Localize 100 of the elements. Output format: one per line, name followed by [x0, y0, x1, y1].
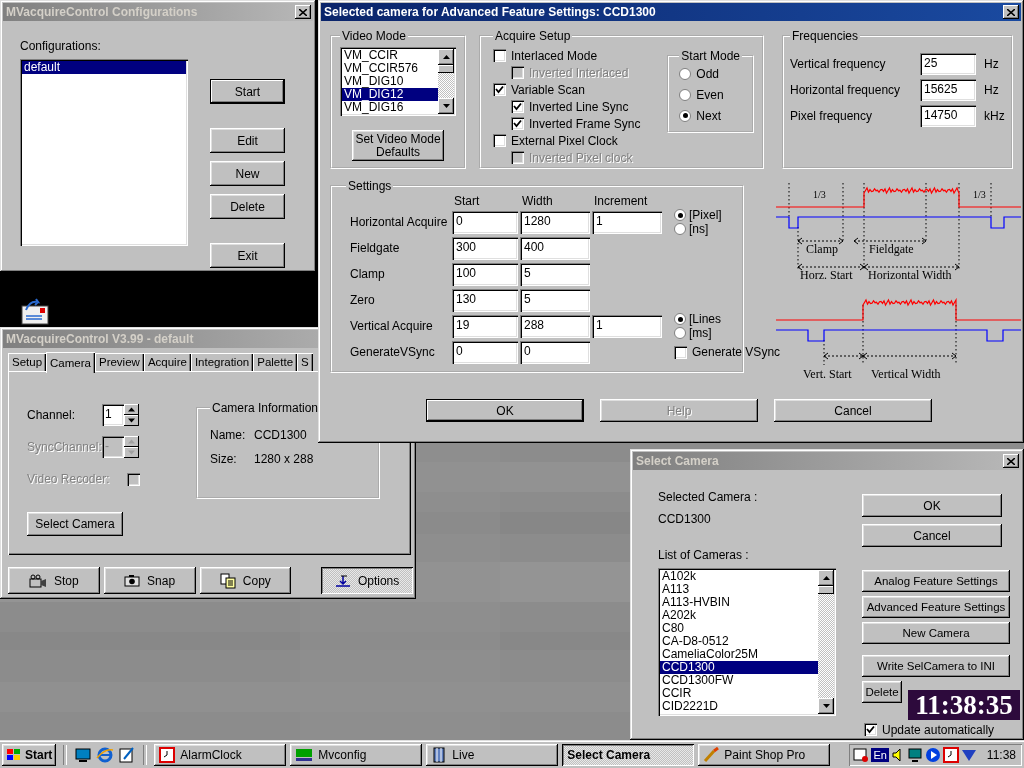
input-field[interactable]: 288 [520, 314, 590, 338]
dialog-button[interactable]: Advanced Feature Settings [862, 596, 1010, 618]
input-field[interactable]: 0 [452, 340, 518, 364]
input-field[interactable]: 1 [592, 210, 662, 234]
checkbox[interactable] [511, 100, 524, 113]
scroll-thumb[interactable] [818, 586, 834, 594]
list-item[interactable]: A102k [660, 570, 818, 583]
taskbar-button[interactable]: Mvconfig [290, 744, 423, 766]
radio-button[interactable] [674, 223, 686, 235]
list-item[interactable]: CameliaColor25M [660, 648, 818, 661]
dialog-button[interactable]: Delete [862, 681, 902, 703]
input-field[interactable]: 1 [592, 314, 662, 338]
dialog-button[interactable]: Start [210, 79, 285, 104]
tab[interactable]: Setup [8, 353, 47, 371]
start-button[interactable]: Start [2, 744, 57, 766]
camera-list[interactable]: A102k A113 A113-HVBIN A202k C80 CA-D8-0512 CameliaColor25M CCD1300 CCD1300FW CCIR CID2221D [658, 568, 836, 716]
tab[interactable]: Preview [94, 353, 144, 371]
close-button[interactable] [1003, 454, 1019, 468]
close-button[interactable] [295, 5, 311, 19]
taskbar-button[interactable]: Select Camera [562, 744, 695, 766]
dialog-button[interactable]: Analog Feature Settings [862, 570, 1010, 592]
radio-button[interactable] [679, 109, 692, 122]
input-field[interactable]: 400 [520, 236, 590, 260]
dialog-button[interactable]: New [210, 161, 285, 186]
clock-icon[interactable] [942, 747, 959, 763]
spin-buttons[interactable] [124, 404, 140, 426]
scrollbar[interactable] [818, 570, 834, 714]
list-item[interactable]: CA-D8-0512 [660, 635, 818, 648]
list-item[interactable]: CCIR [660, 687, 818, 700]
toolbar-button[interactable]: Copy [199, 567, 292, 594]
video-mode-list[interactable]: VM_CCIR VM_CCIR576 VM_DIG10 VM_DIG12 VM_DIG16 [340, 47, 456, 116]
calendar-icon[interactable] [853, 747, 870, 763]
dialog-button[interactable]: OK [862, 494, 1002, 517]
toolbar-button[interactable]: Snap [103, 567, 196, 594]
list-item[interactable]: CCD1300FW [660, 674, 818, 687]
dialog-button[interactable]: Cancel [862, 524, 1002, 547]
list-item[interactable]: VM_DIG12 [342, 88, 438, 101]
scroll-down-button[interactable] [818, 698, 834, 714]
checkbox[interactable] [511, 117, 524, 130]
list-item[interactable]: VM_CCIR [342, 49, 438, 62]
dialog-button[interactable]: Edit [210, 128, 285, 153]
scroll-thumb[interactable] [438, 65, 454, 73]
radio-button[interactable] [674, 327, 686, 339]
spin-field[interactable]: 1 [102, 404, 124, 426]
select-camera-button[interactable]: Select Camera [27, 512, 123, 536]
tab[interactable]: Camera [46, 352, 95, 373]
input-field[interactable]: 5 [520, 288, 590, 312]
tab[interactable]: Acquire [143, 353, 191, 371]
toolbar-button[interactable]: Stop [8, 567, 100, 594]
tab[interactable]: Integration [190, 353, 254, 371]
taskbar-button[interactable]: Live [426, 744, 559, 766]
taskbar-button[interactable]: AlarmClock [154, 744, 287, 766]
input-field[interactable]: 25 [920, 53, 976, 75]
dialog-button[interactable]: Write SelCamera to INI [862, 655, 1010, 677]
input-field[interactable]: 15625 [920, 79, 976, 101]
desktop-icon[interactable] [74, 746, 93, 764]
radio-button[interactable] [679, 67, 692, 80]
list-item[interactable]: VM_DIG16 [342, 101, 438, 114]
list-item[interactable]: VM_CCIR576 [342, 62, 438, 75]
list-item[interactable]: A113 [660, 583, 818, 596]
list-item[interactable]: CID2221D [660, 700, 818, 713]
input-field[interactable]: 130 [452, 288, 518, 312]
envelope-icon[interactable] [20, 298, 50, 326]
input-field[interactable]: 100 [452, 262, 518, 286]
checkbox[interactable] [864, 723, 877, 736]
taskbar-button[interactable]: Paint Shop Pro [698, 744, 831, 766]
input-field[interactable]: 19 [452, 314, 518, 338]
input-field[interactable]: 1280 [520, 210, 590, 234]
checkbox[interactable] [493, 49, 506, 62]
input-field[interactable]: 5 [520, 262, 590, 286]
scroll-up-button[interactable] [818, 570, 834, 586]
language-indicator[interactable]: En [871, 748, 889, 762]
radio-button[interactable] [674, 313, 686, 325]
input-field[interactable]: 0 [452, 210, 518, 234]
scroll-up-button[interactable] [438, 49, 454, 65]
dialog-button[interactable]: Cancel [774, 399, 932, 422]
list-item[interactable]: default [22, 61, 186, 74]
spin-buttons[interactable] [124, 436, 140, 458]
dialog-button[interactable]: OK [426, 399, 584, 422]
list-item[interactable]: CCD1300 [660, 661, 818, 674]
input-field[interactable]: 0 [520, 340, 590, 364]
tab[interactable]: S [297, 353, 313, 371]
triangle-icon[interactable] [960, 747, 977, 763]
input-field[interactable]: 300 [452, 236, 518, 260]
checkbox[interactable] [493, 83, 506, 96]
set-defaults-button[interactable]: Set Video Mode Defaults [352, 130, 444, 161]
list-item[interactable]: VM_DIG10 [342, 75, 438, 88]
dialog-button[interactable]: Delete [210, 194, 285, 219]
tray-clock[interactable]: 11:38 [986, 748, 1016, 762]
close-button[interactable] [1003, 5, 1019, 19]
scrollbar[interactable] [438, 49, 454, 114]
scroll-down-button[interactable] [438, 98, 454, 114]
list-item[interactable]: C80 [660, 622, 818, 635]
input-field[interactable]: 14750 [920, 105, 976, 127]
dialog-button[interactable]: New Camera [862, 622, 1010, 644]
radio-button[interactable] [674, 209, 686, 221]
play-icon[interactable] [924, 747, 941, 763]
tab[interactable]: Palette [253, 353, 298, 371]
list-item[interactable]: A113-HVBIN [660, 596, 818, 609]
radio-button[interactable] [679, 88, 692, 101]
